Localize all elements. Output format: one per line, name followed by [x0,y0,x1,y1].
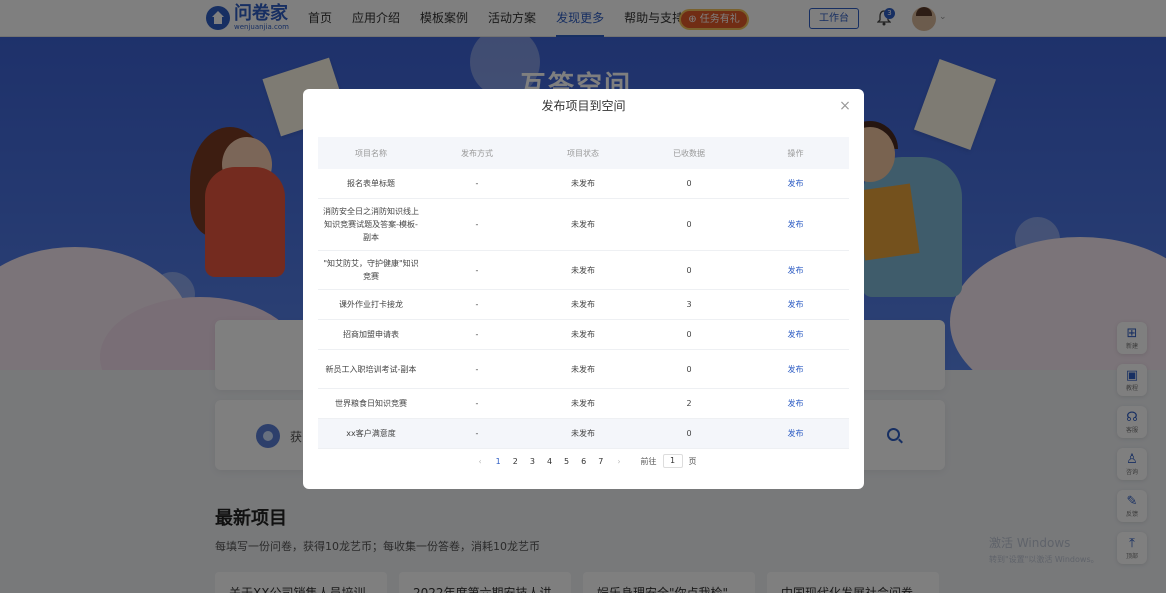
close-icon[interactable]: × [838,99,852,113]
collected-count: 0 [686,265,692,275]
publish-method: - [475,220,479,229]
page-number[interactable]: 7 [598,457,603,466]
table-row: 世界粮食日知识竞赛 - 未发布 2 发布 [318,389,849,419]
project-status: 未发布 [571,364,595,374]
goto-page-input[interactable]: 1 [662,454,683,468]
publish-link[interactable]: 发布 [742,398,849,409]
publish-to-space-dialog: 发布项目到空间 × 项目名称 发布方式 项目状态 已收数据 操作 报名表单标题 … [303,89,864,489]
page-unit-label: 页 [688,456,697,466]
table-header: 项目名称 发布方式 项目状态 已收数据 操作 [318,137,849,169]
table-row: 课外作业打卡接龙 - 未发布 3 发布 [318,290,849,320]
table-row: xx客户满意度 - 未发布 0 发布 [318,419,849,449]
publish-method: - [475,179,479,188]
page-number[interactable]: 4 [547,457,552,466]
publish-method: - [475,265,479,275]
col-header-method: 发布方式 [461,148,493,158]
project-status: 未发布 [571,220,595,229]
table-row: "知艾防艾，守护健康"知识竞赛 - 未发布 0 发布 [318,251,849,290]
publish-link[interactable]: 发布 [742,299,849,310]
publish-link[interactable]: 发布 [742,265,849,276]
collected-count: 0 [686,330,692,339]
collected-count: 0 [686,220,692,229]
collected-count: 2 [686,399,692,408]
col-header-name: 项目名称 [355,148,387,158]
page-number[interactable]: 6 [581,457,586,466]
projects-table: 项目名称 发布方式 项目状态 已收数据 操作 报名表单标题 - 未发布 0 发布… [318,137,849,449]
project-status: 未发布 [571,429,595,438]
collected-count: 3 [686,300,692,309]
collected-count: 0 [686,179,692,188]
col-header-count: 已收数据 [673,148,705,158]
next-page-icon[interactable]: › [617,457,620,466]
table-row: 消防安全日之消防知识线上知识竞赛试题及答案-模板-副本 - 未发布 0 发布 [318,199,849,251]
project-status: 未发布 [571,330,595,339]
project-status: 未发布 [571,399,595,408]
project-status: 未发布 [571,265,595,275]
project-name: 招商加盟申请表 [343,330,399,339]
publish-method: - [475,330,479,339]
col-header-status: 项目状态 [567,148,599,158]
pagination: ‹ 1 2 3 4 5 6 7 › 前往 1 页 [303,454,864,468]
prev-page-icon[interactable]: ‹ [478,457,481,466]
publish-link[interactable]: 发布 [742,329,849,340]
page-number[interactable]: 1 [496,457,501,466]
table-row: 新员工入职培训考试-副本 - 未发布 0 发布 [318,350,849,389]
publish-link[interactable]: 发布 [742,178,849,189]
publish-link[interactable]: 发布 [742,428,849,439]
publish-method: - [475,399,479,408]
dialog-title: 发布项目到空间 [541,99,626,113]
collected-count: 0 [686,429,692,438]
goto-label: 前往 [640,456,657,466]
project-name: "知艾防艾，守护健康"知识竞赛 [323,259,419,281]
publish-method: - [475,364,479,374]
project-name: 消防安全日之消防知识线上知识竞赛试题及答案-模板-副本 [323,207,419,242]
table-row: 招商加盟申请表 - 未发布 0 发布 [318,320,849,350]
publish-method: - [475,429,479,438]
project-status: 未发布 [571,300,595,309]
publish-link[interactable]: 发布 [742,364,849,375]
project-name: 世界粮食日知识竞赛 [335,399,407,408]
project-name: 新员工入职培训考试-副本 [325,364,417,374]
project-name: xx客户满意度 [346,429,396,438]
page-number[interactable]: 3 [530,457,535,466]
project-status: 未发布 [571,179,595,188]
page-number[interactable]: 2 [513,457,518,466]
project-name: 报名表单标题 [347,179,395,188]
publish-link[interactable]: 发布 [742,219,849,230]
project-name: 课外作业打卡接龙 [339,300,403,309]
table-row: 报名表单标题 - 未发布 0 发布 [318,169,849,199]
publish-method: - [475,300,479,309]
col-header-action: 操作 [787,148,804,158]
page-number[interactable]: 5 [564,457,569,466]
collected-count: 0 [686,364,692,374]
